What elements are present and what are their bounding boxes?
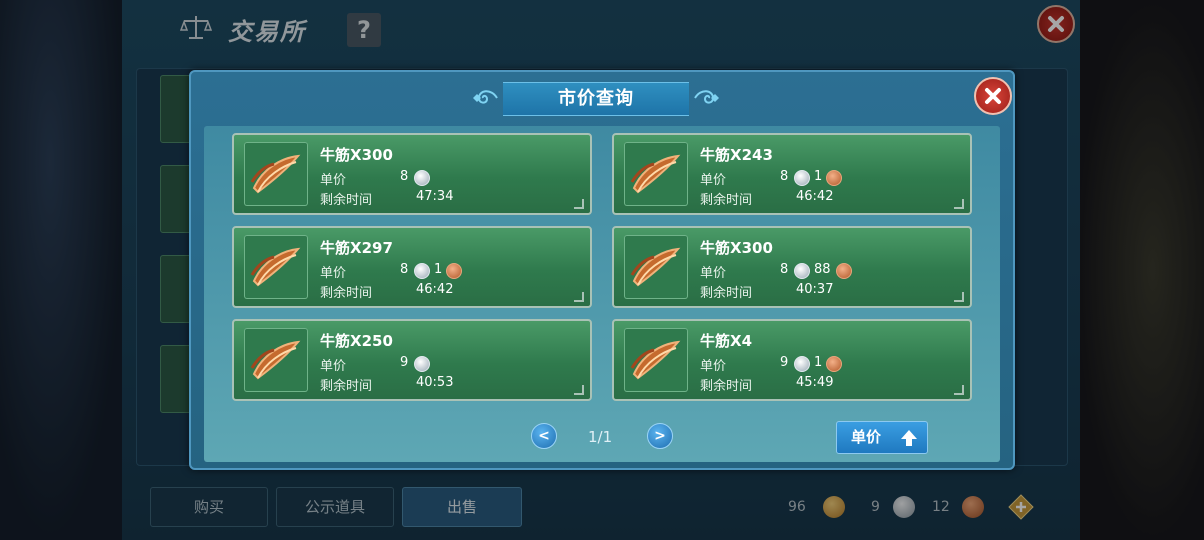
unit-price-label: 单价: [700, 173, 727, 188]
listing-name: 牛筋X300: [320, 146, 393, 164]
remaining-time: 47:34: [416, 189, 454, 204]
next-page-button[interactable]: >: [647, 423, 673, 449]
unit-price-label: 单价: [320, 173, 347, 188]
card-corner-mark: [954, 292, 964, 302]
listing-name: 牛筋X243: [700, 146, 773, 164]
title-ornament-left-icon: [473, 82, 499, 114]
ox-tendon-item-icon: [624, 142, 688, 206]
ox-tendon-item-icon: [244, 328, 308, 392]
listing-name: 牛筋X4: [700, 332, 753, 350]
remaining-time: 46:42: [796, 189, 834, 204]
remaining-time: 40:37: [796, 282, 834, 297]
listing-name: 牛筋X297: [320, 239, 393, 257]
ox-tendon-item-icon: [244, 142, 308, 206]
remaining-time: 46:42: [416, 282, 454, 297]
card-corner-mark: [954, 385, 964, 395]
dialog-title: 市价查询: [503, 82, 689, 116]
copper-price: 1: [814, 355, 823, 370]
remaining-time-label: 剩余时间: [700, 193, 753, 208]
silver-price: 8: [400, 169, 409, 184]
copper-coin-icon: [826, 356, 842, 372]
remaining-time-label: 剩余时间: [700, 286, 753, 301]
copper-coin-icon: [826, 170, 842, 186]
silver-coin-icon: [414, 263, 430, 279]
silver-price: 8: [780, 169, 789, 184]
silver-coin-icon: [794, 356, 810, 372]
card-corner-mark: [574, 385, 584, 395]
copper-price: 1: [814, 169, 823, 184]
silver-price: 8: [400, 262, 409, 277]
copper-price: 1: [434, 262, 443, 277]
listing-card[interactable]: 牛筋X250 单价 9 剩余时间 40:53: [232, 319, 592, 401]
listing-card[interactable]: 牛筋X4 单价 9 1 剩余时间 45:49: [612, 319, 972, 401]
silver-price: 8: [780, 262, 789, 277]
ox-tendon-item-icon: [624, 328, 688, 392]
card-corner-mark: [954, 199, 964, 209]
silver-price: 9: [400, 355, 409, 370]
unit-price-label: 单价: [700, 359, 727, 374]
copper-coin-icon: [446, 263, 462, 279]
unit-price-label: 单价: [320, 266, 347, 281]
remaining-time-label: 剩余时间: [320, 286, 373, 301]
silver-coin-icon: [414, 170, 430, 186]
copper-price: 88: [814, 262, 831, 277]
prev-page-button[interactable]: <: [531, 423, 557, 449]
sort-button-label: 单价: [851, 428, 882, 446]
sort-arrow-up-icon: [901, 430, 917, 446]
listing-card[interactable]: 牛筋X297 单价 8 1 剩余时间 46:42: [232, 226, 592, 308]
listing-name: 牛筋X300: [700, 239, 773, 257]
card-corner-mark: [574, 292, 584, 302]
ox-tendon-item-icon: [244, 235, 308, 299]
remaining-time-label: 剩余时间: [320, 193, 373, 208]
remaining-time: 45:49: [796, 375, 834, 390]
title-ornament-right-icon: [693, 82, 719, 114]
unit-price-label: 单价: [320, 359, 347, 374]
ox-tendon-item-icon: [624, 235, 688, 299]
copper-coin-icon: [836, 263, 852, 279]
silver-coin-icon: [414, 356, 430, 372]
silver-price: 9: [780, 355, 789, 370]
listing-card[interactable]: 牛筋X243 单价 8 1 剩余时间 46:42: [612, 133, 972, 215]
remaining-time-label: 剩余时间: [320, 379, 373, 394]
listing-card[interactable]: 牛筋X300 单价 8 剩余时间 47:34: [232, 133, 592, 215]
remaining-time-label: 剩余时间: [700, 379, 753, 394]
silver-coin-icon: [794, 170, 810, 186]
close-icon: [985, 88, 1001, 104]
dialog-close-button[interactable]: [974, 77, 1012, 115]
listing-card[interactable]: 牛筋X300 单价 8 88 剩余时间 40:37: [612, 226, 972, 308]
remaining-time: 40:53: [416, 375, 454, 390]
silver-coin-icon: [794, 263, 810, 279]
card-corner-mark: [574, 199, 584, 209]
unit-price-label: 单价: [700, 266, 727, 281]
sort-by-unit-price-button[interactable]: 单价: [836, 421, 928, 454]
page-indicator: 1/1: [588, 428, 613, 446]
listing-name: 牛筋X250: [320, 332, 393, 350]
